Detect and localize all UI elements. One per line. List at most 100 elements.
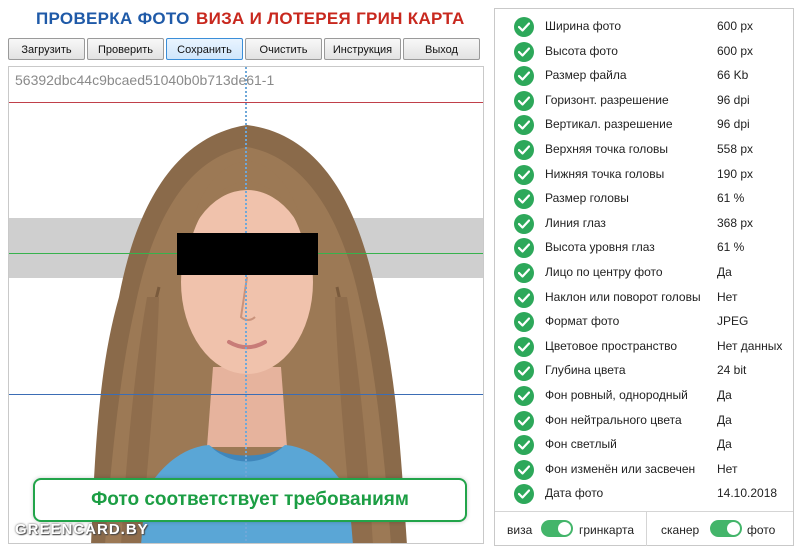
check-value: JPEG [717,314,749,329]
check-row: Наклон или поворот головы Нет [495,286,795,310]
check-label: Вертикал. разрешение [545,117,673,132]
check-results-panel: Ширина фото 600 px Высота фото 600 px Размер… [494,8,794,546]
check-ok-icon [514,115,534,136]
check-row: Формат фото JPEG [495,310,795,334]
check-label: Формат фото [545,314,620,329]
check-ok-icon [514,238,534,259]
check-row: Ширина фото 600 px [495,15,795,39]
check-value: Нет [717,461,738,476]
check-label: Наклон или поворот головы [545,289,701,304]
check-label: Фон светлый [545,437,617,452]
visa-label: виза [507,523,533,537]
check-ok-icon [514,164,534,185]
check-label: Высота фото [545,43,618,58]
check-row: Горизонт. разрешение 96 dpi [495,89,795,113]
visa-greencard-toggle[interactable] [541,520,573,537]
check-ok-icon [514,435,534,456]
check-label: Нижняя точка головы [545,166,665,181]
check-row: Размер файла 66 Kb [495,64,795,88]
check-button[interactable]: Проверить [87,38,164,60]
check-value: 96 dpi [717,92,750,107]
check-row: Лицо по центру фото Да [495,261,795,285]
check-row: Высота фото 600 px [495,40,795,64]
photo-file-id: 56392dbc44c9bcaed51040b0b713de61-1 [15,72,275,88]
check-value: 14.10.2018 [717,486,778,501]
clear-button[interactable]: Очистить [245,38,322,60]
check-value: 61 % [717,191,745,206]
check-ok-icon [514,386,534,406]
check-row: Нижняя точка головы 190 px [495,163,795,187]
check-value: 24 bit [717,363,747,378]
check-ok-icon [514,17,534,37]
app-header: ПРОВЕРКА ФОТО ВИЗА И ЛОТЕРЕЯ ГРИН КАРТА [0,0,490,38]
check-label: Высота уровня глаз [545,240,655,255]
check-value: 368 px [717,215,754,230]
check-label: Размер головы [545,191,629,206]
save-button[interactable]: Сохранить [166,38,243,60]
check-label: Дата фото [545,486,604,501]
check-ok-icon [514,312,534,333]
check-row: Верхняя точка головы 558 px [495,138,795,162]
check-row: Вертикал. разрешение 96 dpi [495,113,795,137]
check-ok-icon [514,263,534,283]
check-row: Цветовое пространство Нет данных [495,335,795,359]
check-label: Фон нейтрального цвета [545,412,682,427]
check-value: 600 px [717,19,754,33]
scanner-photo-toggle[interactable] [710,520,742,537]
check-ok-icon [514,41,534,62]
instructions-button[interactable]: Инструкция [324,38,401,60]
check-value: 558 px [717,142,754,156]
watermark: GREENCARD.BY [15,521,149,538]
check-ok-icon [514,336,534,357]
greencard-label: гринкарта [579,523,635,537]
check-label: Ширина фото [545,19,622,33]
photo-label: фото [747,523,776,537]
check-value: 600 px [717,43,754,58]
check-label: Фон изменён или засвечен [545,461,696,476]
center-line [245,67,247,543]
load-button[interactable]: Загрузить [8,38,85,60]
toggle-knob [558,522,571,535]
app-title: ПРОВЕРКА ФОТО [36,9,190,28]
check-row: Глубина цвета 24 bit [495,359,795,383]
check-ok-icon [514,287,534,308]
check-ok-icon [514,459,534,480]
check-value: 66 Kb [717,68,749,83]
photo-preview[interactable]: 56392dbc44c9bcaed51040b0b713de61-1 Фото … [8,66,484,544]
photo-status-message: Фото соответствует требованиям [33,478,467,522]
check-label: Верхняя точка головы [545,142,669,156]
toggle-divider [646,512,647,546]
check-label: Цветовое пространство [545,338,678,353]
check-value: Да [717,412,732,427]
check-row: Размер головы 61 % [495,187,795,211]
mode-toggles: виза гринкарта сканер фото [495,511,793,546]
check-label: Линия глаз [545,215,606,230]
app-subtitle: ВИЗА И ЛОТЕРЕЯ ГРИН КАРТА [196,9,465,28]
check-ok-icon [514,189,534,210]
check-row: Фон светлый Да [495,433,795,457]
eyes-censor-bar [177,233,318,275]
check-value: Нет данных [717,338,783,353]
check-label: Горизонт. разрешение [545,92,669,107]
check-row: Фон изменён или засвечен Нет [495,458,795,482]
check-ok-icon [514,90,534,111]
toolbar: Загрузить Проверить Сохранить Очистить И… [8,38,484,62]
check-value: 190 px [717,166,754,181]
check-value: 61 % [717,240,745,255]
check-row: Фон ровный, однородный Да [495,384,795,408]
check-value: 96 dpi [717,117,750,132]
check-label: Глубина цвета [545,363,626,378]
check-ok-icon [514,140,534,160]
scanner-label: сканер [661,523,700,537]
check-value: Да [717,437,732,452]
check-ok-icon [514,361,534,382]
check-row: Дата фото 14.10.2018 [495,482,795,506]
check-value: Нет [717,289,738,304]
check-ok-icon [514,66,534,87]
check-label: Лицо по центру фото [545,265,663,279]
check-value: Да [717,388,732,402]
check-ok-icon [514,484,534,505]
check-row: Фон нейтрального цвета Да [495,409,795,433]
toggle-knob [727,522,740,535]
exit-button[interactable]: Выход [403,38,480,60]
